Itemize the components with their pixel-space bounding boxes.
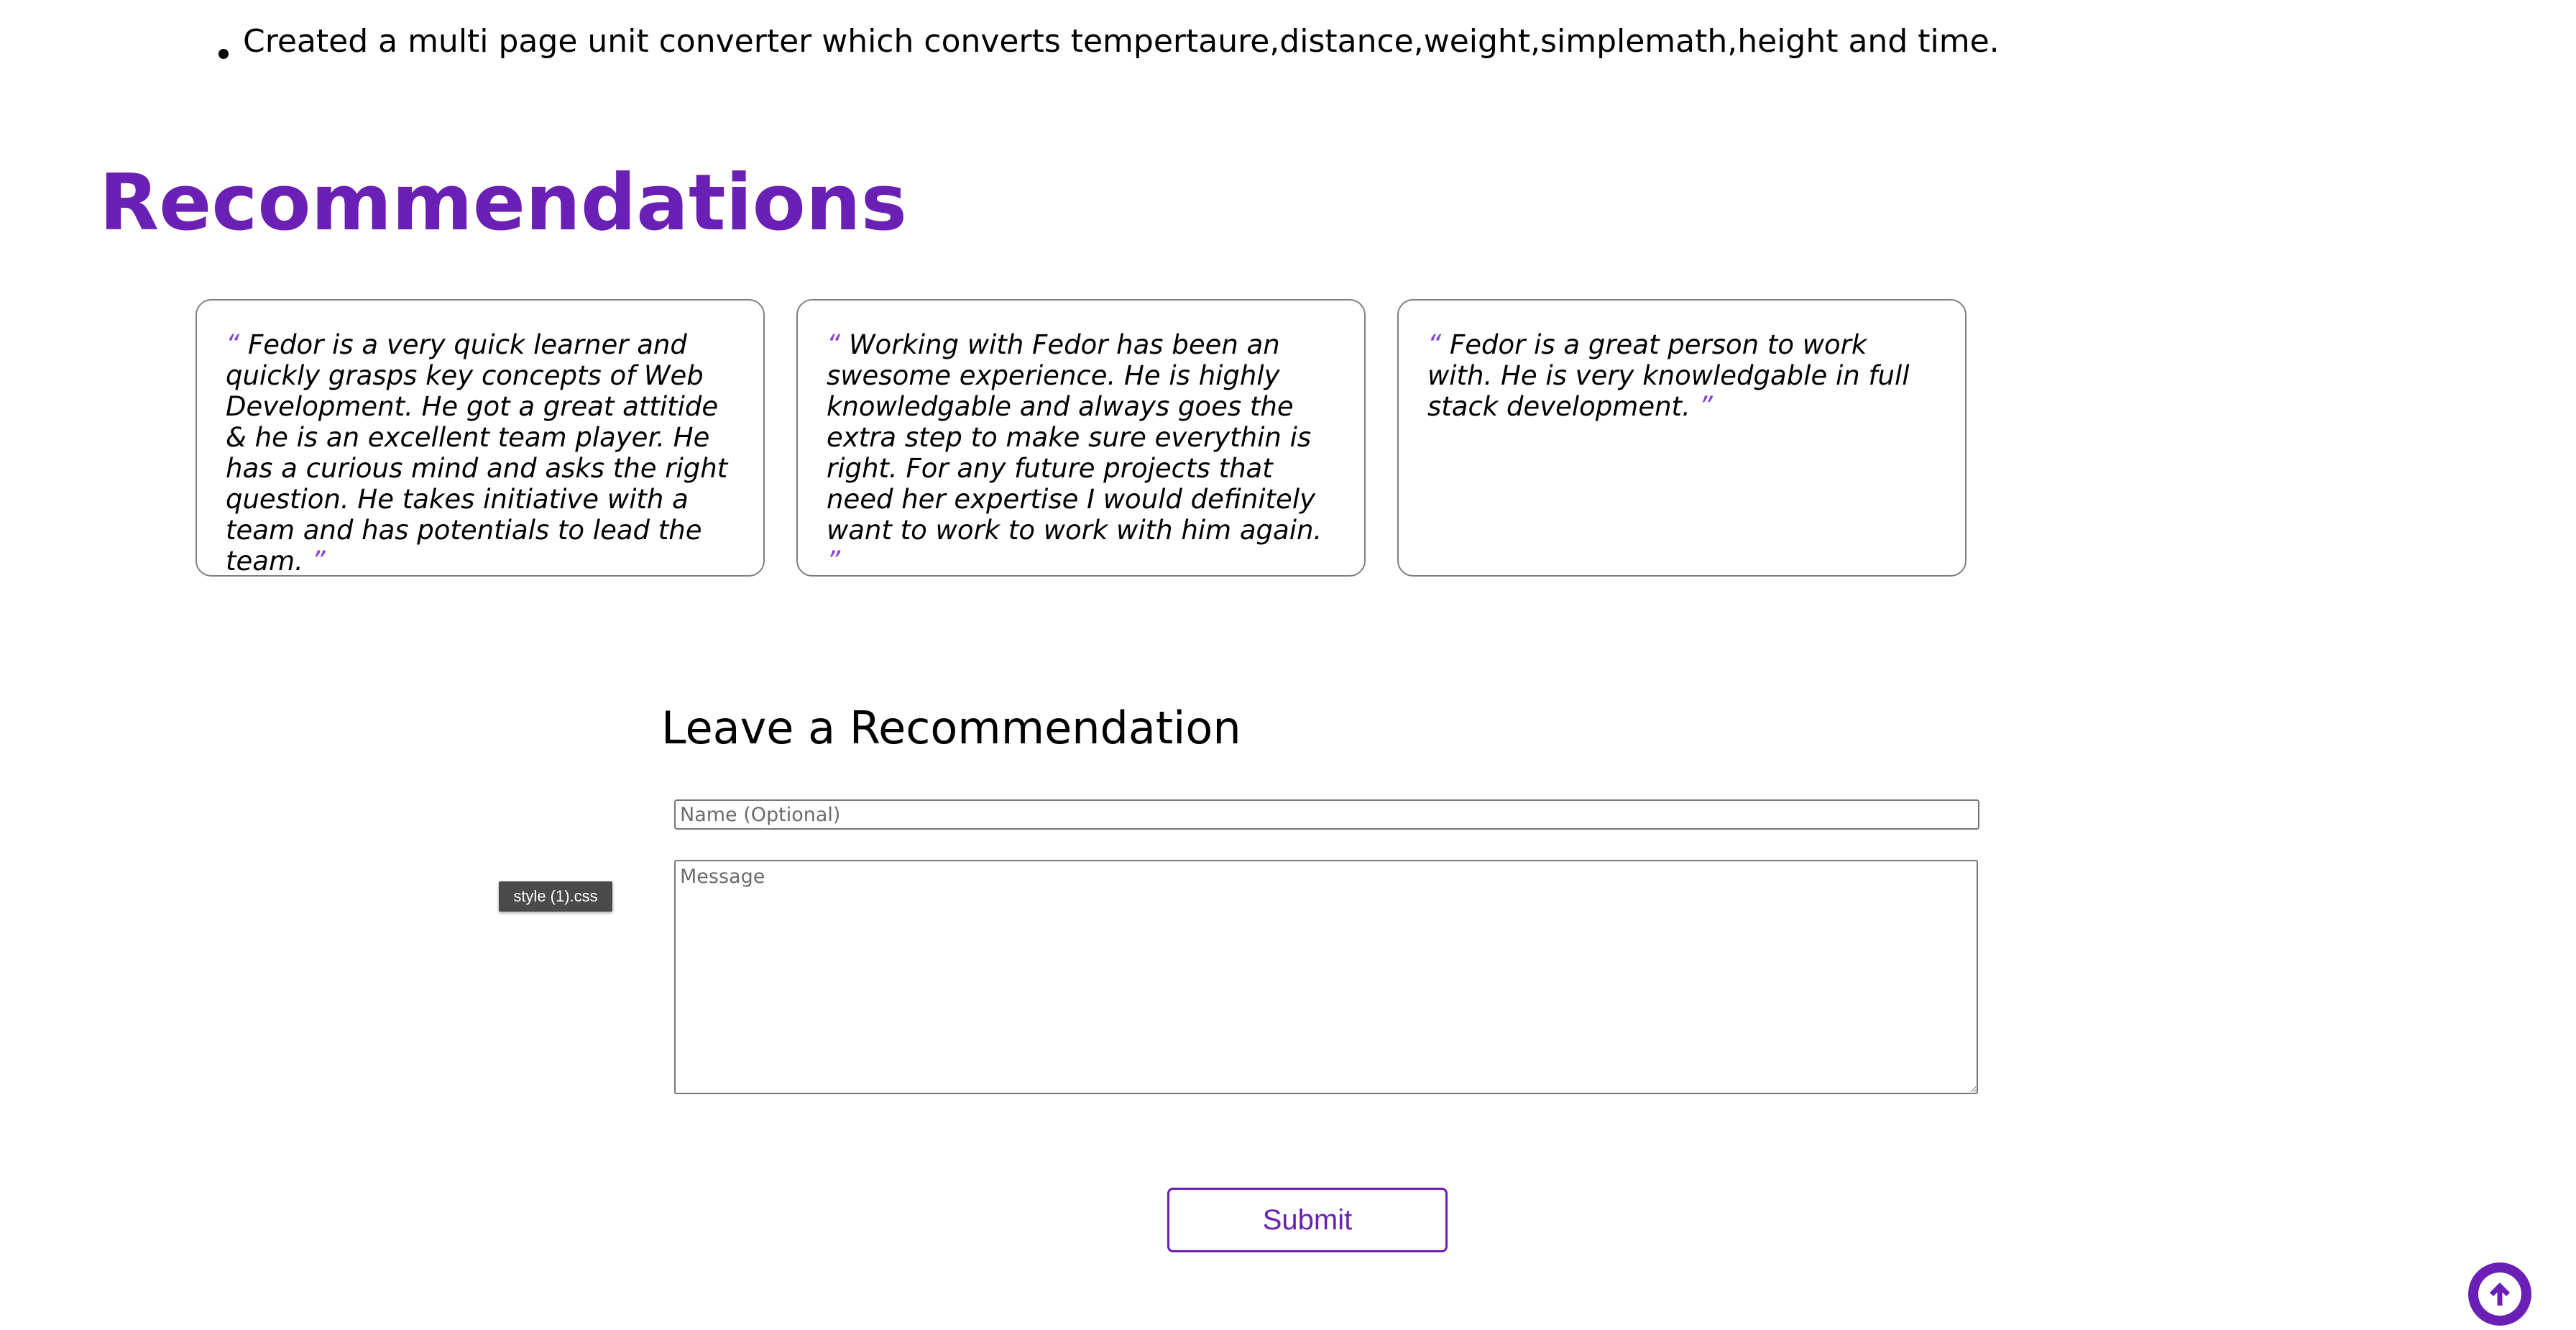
back-to-top-button[interactable] bbox=[2468, 1262, 2531, 1326]
recommendation-card: “ Working with Fedor has been an swesome… bbox=[796, 299, 1366, 577]
recommendation-text: Fedor is a very quick learner and quickl… bbox=[226, 329, 728, 577]
message-textarea[interactable] bbox=[674, 860, 1978, 1094]
recommendation-card: “ Fedor is a very quick learner and quic… bbox=[196, 299, 765, 577]
name-input[interactable] bbox=[674, 799, 1979, 830]
leave-recommendation-heading: Leave a Recommendation bbox=[661, 702, 1241, 754]
open-quote-icon: “ bbox=[1427, 329, 1442, 360]
close-quote-icon: ” bbox=[1698, 391, 1713, 422]
recommendation-text: Working with Fedor has been an swesome e… bbox=[827, 329, 1322, 546]
submit-button[interactable]: Submit bbox=[1167, 1188, 1448, 1252]
recommendation-text: Fedor is a great person to work with. He… bbox=[1427, 329, 1910, 422]
file-tooltip: style (1).css bbox=[499, 881, 612, 912]
close-quote-icon: ” bbox=[827, 546, 841, 577]
open-quote-icon: “ bbox=[226, 329, 240, 360]
arrow-up-icon bbox=[2478, 1272, 2521, 1316]
project-description: Created a multi page unit converter whic… bbox=[243, 23, 2000, 60]
bullet-icon bbox=[218, 49, 229, 59]
recommendations-heading: Recommendations bbox=[99, 158, 908, 248]
open-quote-icon: “ bbox=[827, 329, 841, 360]
recommendation-card: “ Fedor is a great person to work with. … bbox=[1397, 299, 1966, 577]
page: Created a multi page unit converter whic… bbox=[0, 0, 2576, 1330]
close-quote-icon: ” bbox=[311, 546, 326, 577]
